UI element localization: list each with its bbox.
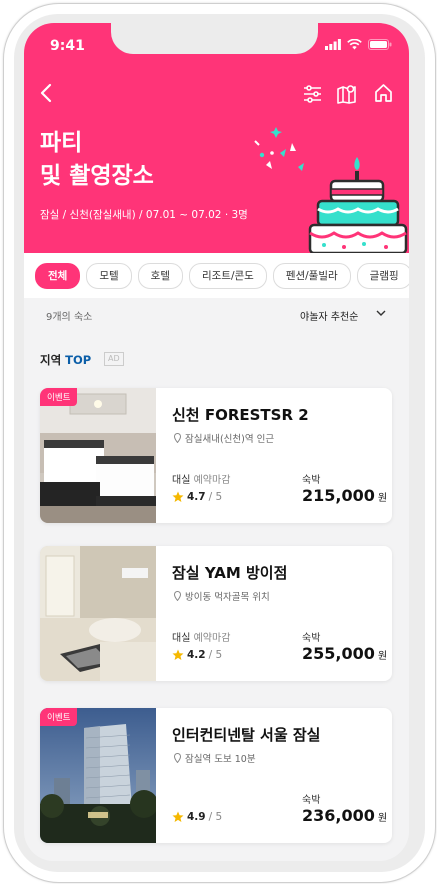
ad-badge: AD: [104, 352, 124, 366]
dayuse-label: 대실: [172, 633, 191, 644]
event-badge: 이벤트: [40, 388, 78, 406]
chip-resort[interactable]: 리조트/콘도: [188, 262, 267, 289]
chip-motel[interactable]: 모텔: [86, 262, 132, 289]
rating: 4.2/ 5: [172, 649, 222, 661]
chip-all[interactable]: 전체: [35, 262, 81, 289]
star-icon: [172, 811, 184, 822]
price-value: 255,000: [302, 644, 375, 663]
star-icon: [172, 649, 184, 660]
section-title: 지역 TOP: [40, 352, 91, 368]
location-text: 방이동 먹자골목 위치: [185, 592, 270, 603]
back-arrow-icon[interactable]: [40, 83, 52, 103]
header-banner: 9:41 파티 및 촬영장소 잠실 / 신천(잠실새내) / 07.01 ~ 0…: [24, 23, 409, 253]
star-icon: [172, 491, 184, 502]
accommodation-card[interactable]: 이벤트 신천 FORESTSR 2 잠실새내(신천)역 인근 대실 예약마감 4…: [40, 388, 392, 523]
room-photo: [40, 388, 156, 523]
accommodation-location: 방이동 먹자골목 위치: [174, 589, 270, 603]
search-summary[interactable]: 잠실 / 신천(잠실새내) / 07.01 ~ 07.02 · 3명: [40, 207, 248, 222]
location-pin-icon: [174, 433, 181, 443]
dayuse-label: 대실: [172, 475, 191, 486]
stay-price: 236,000 원: [302, 806, 387, 825]
rating-max: / 5: [208, 649, 223, 661]
dayuse-status: 대실 예약마감: [172, 471, 230, 486]
rating-value: 4.9: [187, 811, 206, 823]
sort-dropdown[interactable]: 야놀자 추천순: [300, 308, 358, 323]
location-pin-icon: [174, 753, 181, 763]
accommodation-location: 잠실역 도보 10분: [174, 751, 256, 765]
accommodation-name: 신천 FORESTSR 2: [172, 406, 309, 424]
price-currency: 원: [377, 813, 388, 824]
section-title-accent: TOP: [65, 353, 92, 367]
hotel-photo: [40, 708, 156, 843]
chevron-down-icon[interactable]: [376, 310, 386, 317]
status-time: 9:41: [50, 38, 85, 54]
price-currency: 원: [377, 651, 388, 662]
signal-icon: [325, 39, 341, 50]
rating-max: / 5: [208, 491, 223, 503]
home-icon[interactable]: [374, 83, 393, 103]
phone-notch: [111, 23, 318, 54]
dayuse-availability: 예약마감: [193, 475, 231, 486]
filter-sliders-icon[interactable]: [303, 85, 322, 103]
rating: 4.9/ 5: [172, 811, 222, 823]
app-screen: 9:41 파티 및 촬영장소 잠실 / 신천(잠실새내) / 07.01 ~ 0…: [24, 23, 409, 861]
location-pin-icon: [174, 591, 181, 601]
room-photo: [40, 546, 156, 681]
accommodation-card[interactable]: 잠실 YAM 방이점 방이동 먹자골목 위치 대실 예약마감 4.2/ 5 숙박…: [40, 546, 392, 681]
stay-price: 215,000 원: [302, 486, 387, 505]
rating-max: / 5: [208, 811, 223, 823]
result-meta-bar: 9개의 숙소 야놀자 추천순: [24, 298, 409, 330]
price-currency: 원: [377, 493, 388, 504]
chip-glamping[interactable]: 글램핑: [356, 262, 409, 289]
dayuse-status: 대실 예약마감: [172, 629, 230, 644]
accommodation-location: 잠실새내(신천)역 인근: [174, 431, 274, 445]
event-badge: 이벤트: [40, 708, 78, 726]
stay-label: 숙박: [302, 475, 321, 486]
chip-pension[interactable]: 펜션/풀빌라: [272, 262, 351, 289]
chip-hotel[interactable]: 호텔: [137, 262, 183, 289]
page-title: 파티 및 촬영장소: [40, 130, 154, 189]
location-text: 잠실새내(신천)역 인근: [185, 434, 275, 445]
stay-label: 숙박: [302, 633, 321, 644]
rating: 4.7/ 5: [172, 491, 222, 503]
wifi-icon: [347, 39, 362, 50]
result-count: 9개의 숙소: [46, 312, 93, 323]
price-value: 236,000: [302, 806, 375, 825]
stay-price: 255,000 원: [302, 644, 387, 663]
battery-icon: [368, 39, 392, 50]
rating-value: 4.7: [187, 491, 206, 503]
accommodation-name: 인터컨티넨탈 서울 잠실: [172, 726, 321, 744]
dayuse-availability: 예약마감: [193, 633, 231, 644]
location-text: 잠실역 도보 10분: [185, 754, 256, 765]
accommodation-card[interactable]: 이벤트 인터컨티넨탈 서울 잠실 잠실역 도보 10분 4.9/ 5 숙박 23…: [40, 708, 392, 843]
section-title-prefix: 지역: [40, 353, 66, 367]
status-icons: [325, 39, 392, 50]
category-filter-bar: 전체 모텔 호텔 리조트/콘도 펜션/풀빌라 글램핑: [24, 253, 409, 298]
rating-value: 4.2: [187, 649, 206, 661]
stay-label: 숙박: [302, 795, 321, 806]
price-value: 215,000: [302, 486, 375, 505]
map-icon[interactable]: [337, 83, 357, 104]
accommodation-list: 지역 TOP AD 이벤트 신천 FORESTSR 2 잠실새내(신천)역 인근…: [24, 330, 409, 861]
accommodation-name: 잠실 YAM 방이점: [172, 564, 288, 582]
birthday-cake-illustration: [254, 127, 408, 253]
